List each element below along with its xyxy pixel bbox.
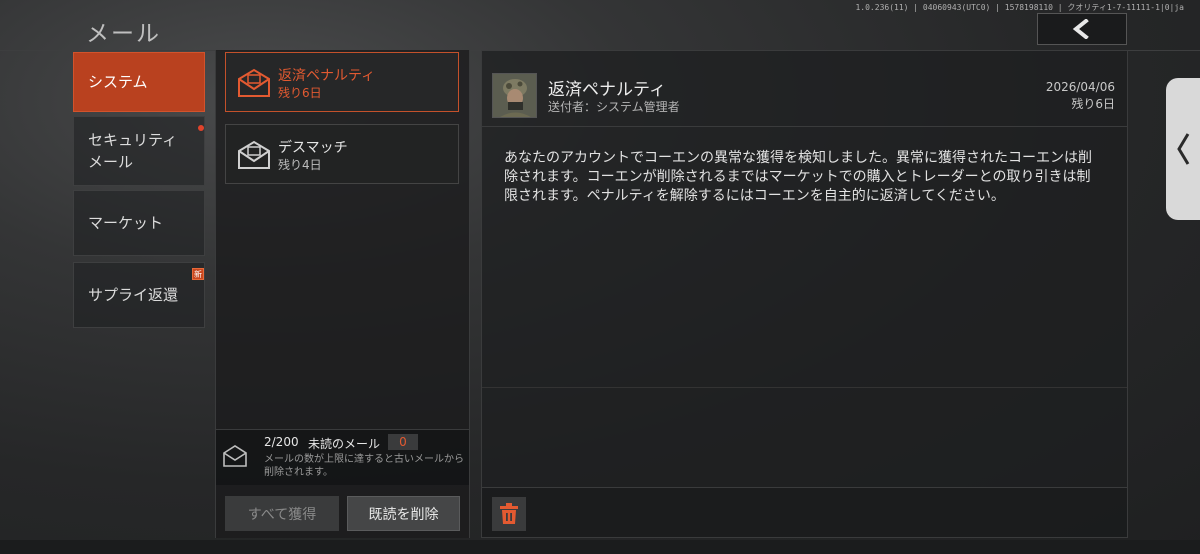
back-arrow-icon — [1072, 19, 1089, 39]
category-supply-return[interactable]: サプライ返還 — [73, 262, 205, 328]
chevron-left-icon — [1177, 133, 1190, 165]
mail-detail-panel: 返済ペナルティ 送付者：システム管理者 2026/04/06 残り6日 あなたの… — [481, 50, 1128, 488]
mail-detail-remaining: 残り6日 — [1071, 97, 1115, 111]
category-label: サプライ返還 — [88, 285, 179, 304]
category-market[interactable]: マーケット — [73, 190, 205, 256]
side-drawer-handle[interactable] — [1166, 78, 1200, 220]
screen-title: メール — [86, 21, 161, 47]
mail-detail-footer — [481, 488, 1128, 538]
envelope-icon — [223, 445, 247, 467]
mail-capacity-info: 2/200 未読のメール 0 メールの数が上限に達すると古いメールから削除されま… — [216, 429, 469, 485]
unread-label: 未読のメール — [308, 437, 381, 451]
category-security-mail[interactable]: セキュリティメール — [73, 116, 205, 186]
mail-title: 返済ペナルティ — [278, 68, 376, 84]
back-button[interactable] — [1037, 13, 1127, 45]
mail-sender: 送付者：システム管理者 — [548, 100, 680, 114]
sender-avatar — [492, 73, 537, 118]
category-system[interactable]: システム — [73, 52, 205, 112]
capacity-note: メールの数が上限に達すると古いメールから削除されます。 — [264, 454, 464, 478]
mail-item[interactable]: 返済ペナルティ 残り6日 — [225, 52, 459, 112]
mail-count: 2/200 — [264, 435, 299, 449]
trash-icon — [500, 503, 518, 524]
category-label: マーケット — [88, 213, 164, 232]
soldier-portrait — [493, 74, 536, 117]
build-info: 1.0.236(11) | 04060943(UTC0) | 157819811… — [855, 3, 1184, 12]
notification-dot — [198, 125, 204, 131]
envelope-icon — [238, 68, 270, 97]
category-label: セキュリティメール — [88, 130, 178, 172]
mail-date: 2026/04/06 — [1045, 80, 1115, 94]
mail-remaining: 残り4日 — [278, 158, 322, 172]
new-badge: 新 — [192, 268, 204, 280]
delete-mail-button[interactable] — [492, 497, 526, 531]
mail-body: あなたのアカウントでコーエンの異常な獲得を検知しました。異常に獲得されたコーエン… — [504, 150, 1092, 204]
divider — [482, 126, 1127, 127]
claim-all-button[interactable]: すべて獲得 — [225, 496, 339, 531]
category-label: システム — [88, 72, 148, 91]
mail-remaining: 残り6日 — [278, 86, 322, 100]
mail-item[interactable]: デスマッチ 残り4日 — [225, 124, 459, 184]
mail-detail-title: 返済ペナルティ — [548, 80, 666, 100]
envelope-icon — [238, 140, 270, 169]
unread-count-badge: 0 — [388, 434, 418, 450]
divider — [482, 387, 1127, 388]
mail-title: デスマッチ — [278, 140, 348, 156]
bottom-bar — [0, 540, 1200, 554]
delete-read-button[interactable]: 既読を削除 — [347, 496, 460, 531]
